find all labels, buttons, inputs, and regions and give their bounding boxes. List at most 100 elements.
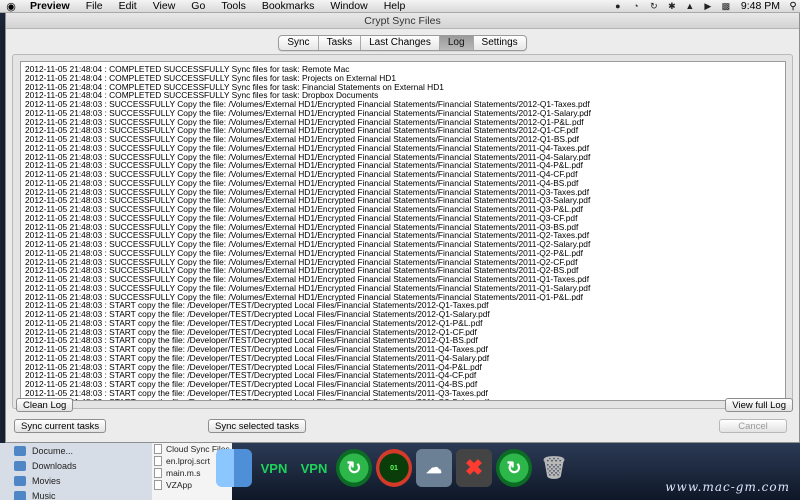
menu-view[interactable]: View <box>145 0 184 13</box>
log-line: 2012-11-05 21:48:03 : SUCCESSFULLY Copy … <box>25 222 579 232</box>
tab-tasks[interactable]: Tasks <box>319 36 362 50</box>
log-line: 2012-11-05 21:48:03 : START copy the fil… <box>25 353 490 363</box>
file-label: VZApp <box>166 480 192 490</box>
menu-help[interactable]: Help <box>376 0 414 13</box>
log-line: 2012-11-05 21:48:03 : SUCCESSFULLY Copy … <box>25 135 579 144</box>
menu-bookmarks[interactable]: Bookmarks <box>254 0 323 13</box>
log-line: 2012-11-05 21:48:03 : SUCCESSFULLY Copy … <box>25 100 590 109</box>
log-line: 2012-11-05 21:48:03 : SUCCESSFULLY Copy … <box>25 231 590 240</box>
log-line: 2012-11-05 21:48:03 : SUCCESSFULLY Copy … <box>25 275 590 284</box>
menu-file[interactable]: File <box>78 0 111 13</box>
vpn-dock-icon[interactable]: VPN <box>256 449 292 487</box>
dock-icons: VPN VPN ↻ 01 ☁ ✖ ↻ 🗑 <box>216 449 576 487</box>
log-line: 2012-11-05 21:48:03 : START copy the fil… <box>25 310 490 319</box>
finder-dock-icon[interactable] <box>216 449 252 487</box>
volume-icon[interactable]: ▶ <box>702 1 714 11</box>
finder-item-downloads[interactable]: Downloads <box>0 458 152 473</box>
tab-settings[interactable]: Settings <box>474 36 526 50</box>
log-line: 2012-11-05 21:48:03 : SUCCESSFULLY Copy … <box>25 161 584 170</box>
log-line: 2012-11-05 21:48:03 : SUCCESSFULLY Copy … <box>25 196 591 205</box>
log-line: 2012-11-05 21:48:03 : START copy the fil… <box>25 398 781 401</box>
file-icon <box>154 456 162 466</box>
finder-sidebar: Docume... Downloads Movies Music <box>0 443 152 500</box>
log-line: 2012-11-05 21:48:03 : SUCCESSFULLY Copy … <box>25 178 579 188</box>
log-line: 2012-11-05 21:48:04 : COMPLETED SUCCESSF… <box>25 65 350 74</box>
folder-icon <box>14 490 26 500</box>
log-line: 2012-11-05 21:48:03 : START copy the fil… <box>25 318 483 328</box>
log-line: 2012-11-05 21:48:03 : SUCCESSFULLY Copy … <box>25 283 591 293</box>
finder-item-label: Music <box>32 490 56 500</box>
log-line: 2012-11-05 21:48:03 : SUCCESSFULLY Copy … <box>25 108 591 118</box>
log-line: 2012-11-05 21:48:03 : SUCCESSFULLY Copy … <box>25 205 584 214</box>
log-line: 2012-11-05 21:48:03 : SUCCESSFULLY Copy … <box>25 126 579 135</box>
finder-item-label: Downloads <box>32 460 77 471</box>
menu-go[interactable]: Go <box>183 0 213 13</box>
log-line: 2012-11-05 21:48:03 : SUCCESSFULLY Copy … <box>25 266 579 275</box>
encryption-dock-icon[interactable]: 01 <box>376 449 412 487</box>
menu-tools[interactable]: Tools <box>213 0 254 13</box>
clean-log-button[interactable]: Clean Log <box>16 398 74 412</box>
finder-item-movies[interactable]: Movies <box>0 473 152 488</box>
log-line: 2012-11-05 21:48:03 : SUCCESSFULLY Copy … <box>25 213 578 223</box>
log-line: 2012-11-05 21:48:03 : SUCCESSFULLY Copy … <box>25 248 584 258</box>
log-line: 2012-11-05 21:48:03 : SUCCESSFULLY Copy … <box>25 152 591 162</box>
log-line: 2012-11-05 21:48:03 : START copy the fil… <box>25 345 488 354</box>
file-icon <box>154 444 162 454</box>
log-line: 2012-11-05 21:48:03 : START copy the fil… <box>25 371 477 380</box>
file-label: main.m.s <box>166 468 201 478</box>
menu-edit[interactable]: Edit <box>111 0 145 13</box>
tab-last-changes[interactable]: Last Changes <box>361 36 440 50</box>
sync-current-tasks-button[interactable]: Sync current tasks <box>14 419 107 433</box>
tab-group: Sync Tasks Last Changes Log Settings <box>278 35 527 51</box>
view-full-log-button[interactable]: View full Log <box>725 398 793 412</box>
window-title: Crypt Sync Files <box>6 13 799 29</box>
trash-icon[interactable]: 🗑 <box>536 449 572 487</box>
log-line: 2012-11-05 21:48:03 : SUCCESSFULLY Copy … <box>25 292 584 302</box>
finder-item-music[interactable]: Music <box>0 488 152 500</box>
log-lines: 2012-11-05 21:48:04 : COMPLETED SUCCESSF… <box>21 62 785 401</box>
sync-icon[interactable]: ↻ <box>648 1 660 11</box>
wifi-icon[interactable]: ▲ <box>684 1 696 11</box>
dock-area: Docume... Downloads Movies Music Cloud S… <box>0 443 800 500</box>
file-label: en.lproj.scrt <box>166 456 210 466</box>
log-line: 2012-11-05 21:48:03 : SUCCESSFULLY Copy … <box>25 170 578 179</box>
sync-status-icon[interactable]: ● <box>612 1 624 11</box>
tab-log[interactable]: Log <box>439 36 474 50</box>
sync-dock-icon[interactable]: ↻ <box>336 449 372 487</box>
bluetooth-icon[interactable]: ✱ <box>666 1 678 11</box>
finder-item-label: Movies <box>32 475 61 486</box>
log-line: 2012-11-05 21:48:03 : SUCCESSFULLY Copy … <box>25 143 590 153</box>
menu-window[interactable]: Window <box>322 0 375 13</box>
folder-icon <box>14 460 26 471</box>
sync-selected-tasks-button[interactable]: Sync selected tasks <box>208 419 306 433</box>
cancel-button[interactable]: Cancel <box>719 419 787 433</box>
log-line: 2012-11-05 21:48:03 : SUCCESSFULLY Copy … <box>25 187 590 197</box>
time-machine-icon[interactable]: ◔ <box>630 1 642 11</box>
menu-clock[interactable]: 9:48 PM <box>735 0 786 12</box>
finder-item-label: Docume... <box>32 445 74 456</box>
log-line: 2012-11-05 21:48:03 : SUCCESSFULLY Copy … <box>25 117 584 127</box>
sync-alt-dock-icon[interactable]: ↻ <box>496 449 532 487</box>
menu-app-name[interactable]: Preview <box>22 0 78 13</box>
log-text-area[interactable]: 2012-11-05 21:48:04 : COMPLETED SUCCESSF… <box>20 61 786 401</box>
log-line: 2012-11-05 21:48:04 : COMPLETED SUCCESSF… <box>25 82 444 92</box>
tab-sync[interactable]: Sync <box>279 36 319 50</box>
folder-icon <box>14 445 26 456</box>
log-line: 2012-11-05 21:48:03 : START copy the fil… <box>25 327 477 337</box>
input-icon[interactable]: ▩ <box>720 1 732 11</box>
vpn-alt-dock-icon[interactable]: VPN <box>296 449 332 487</box>
menu-bar: ◉ Preview File Edit View Go Tools Bookma… <box>0 0 800 13</box>
watermark: www.mac-gm.com <box>665 480 790 494</box>
log-line: 2012-11-05 21:48:03 : START copy the fil… <box>25 301 489 310</box>
finder-item-documents[interactable]: Docume... <box>0 443 152 458</box>
remove-dock-icon[interactable]: ✖ <box>456 449 492 487</box>
log-line: 2012-11-05 21:48:04 : COMPLETED SUCCESSF… <box>25 91 379 100</box>
log-line: 2012-11-05 21:48:03 : START copy the fil… <box>25 362 482 372</box>
cloud-sync-dock-icon[interactable]: ☁ <box>416 449 452 487</box>
log-line: 2012-11-05 21:48:04 : COMPLETED SUCCESSF… <box>25 73 396 83</box>
crypt-sync-window: Crypt Sync Files Sync Tasks Last Changes… <box>5 13 800 443</box>
search-icon[interactable]: ⚲ <box>786 1 800 12</box>
apple-menu-icon[interactable]: ◉ <box>0 0 22 13</box>
file-icon <box>154 468 162 478</box>
tab-bar: Sync Tasks Last Changes Log Settings <box>6 35 799 51</box>
